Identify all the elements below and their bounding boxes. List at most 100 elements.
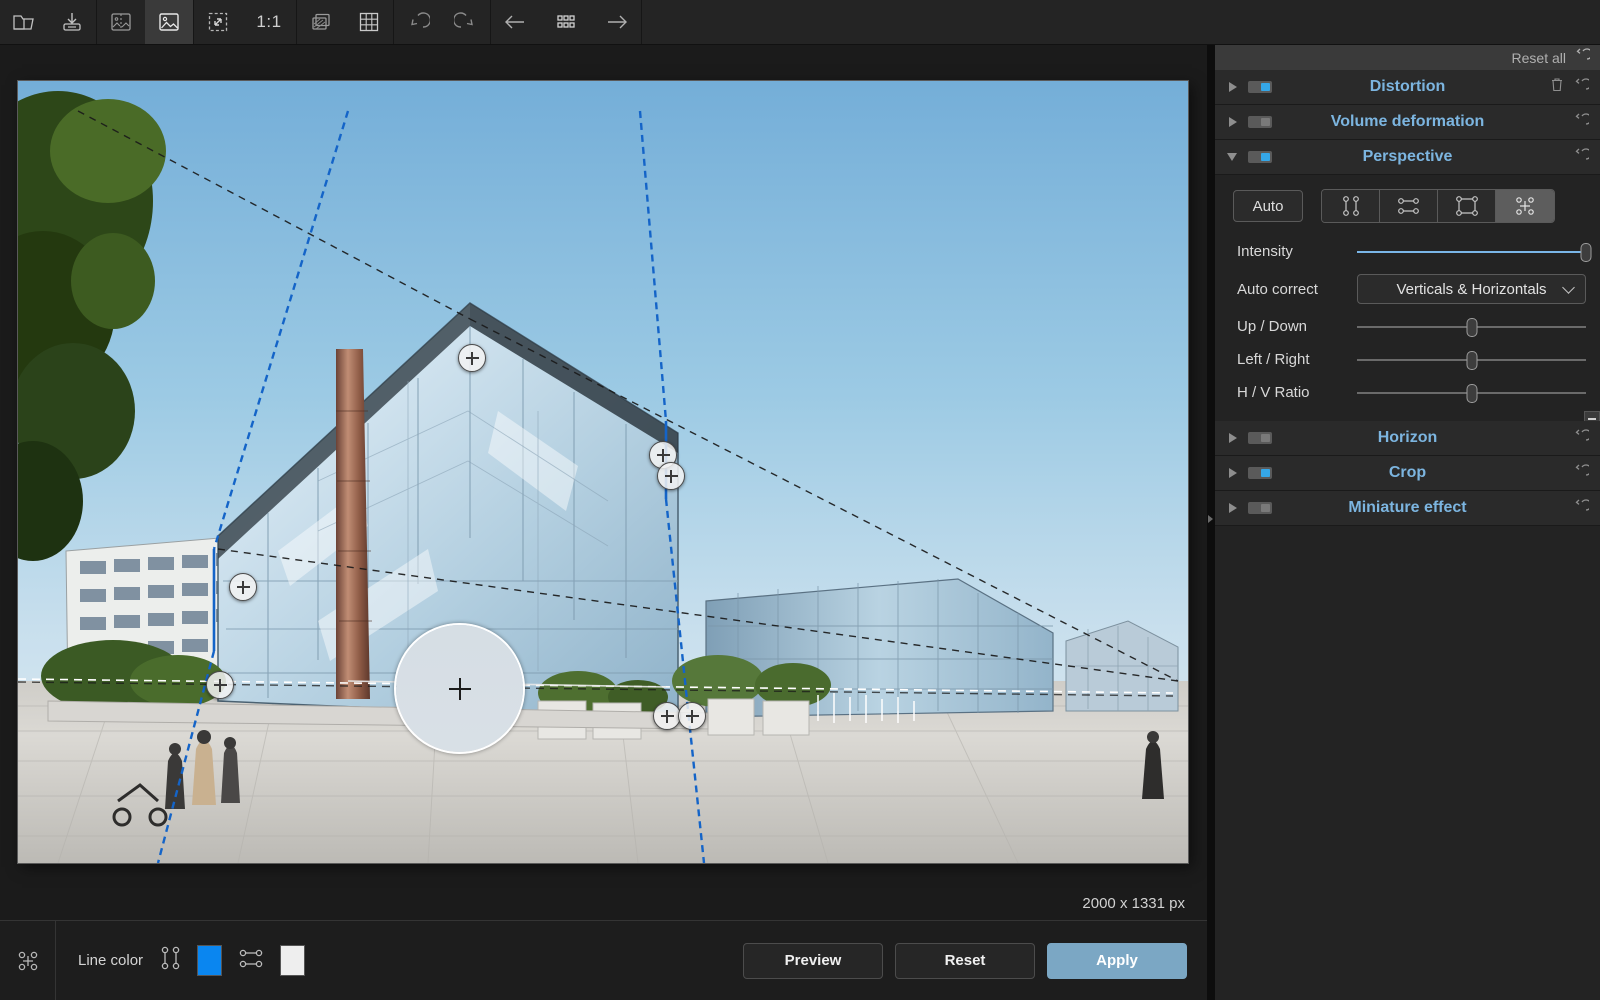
left-right-row: Left / Right	[1215, 343, 1600, 376]
hv-ratio-slider[interactable]	[1357, 376, 1586, 409]
save-icon[interactable]	[48, 0, 96, 44]
slider-knob[interactable]	[1466, 318, 1477, 337]
auto-correct-row: Auto correct Verticals & Horizontals	[1215, 268, 1600, 310]
top-toolbar: 1:1	[0, 0, 1600, 45]
distortion-toggle[interactable]	[1248, 81, 1272, 93]
section-miniature-effect[interactable]: Miniature effect	[1215, 491, 1600, 526]
mode-horizontals[interactable]	[1380, 190, 1438, 222]
auto-button[interactable]: Auto	[1233, 190, 1303, 222]
compare-view-icon[interactable]	[97, 0, 145, 44]
browser-grid-icon[interactable]	[539, 0, 593, 44]
up-down-slider[interactable]	[1357, 310, 1586, 343]
apply-button[interactable]: Apply	[1047, 943, 1187, 979]
slider-knob[interactable]	[1466, 384, 1477, 403]
section-volume-deformation[interactable]: Volume deformation	[1215, 105, 1600, 140]
section-title-distortion: Distortion	[1215, 78, 1600, 96]
hv-ratio-label: H / V Ratio	[1237, 384, 1357, 401]
control-point-right-lower[interactable]	[657, 462, 685, 490]
miniature-effect-toggle[interactable]	[1248, 502, 1272, 514]
adjustments-panel: Reset all Distortion Volume defor	[1215, 45, 1600, 1000]
left-right-label: Left / Right	[1237, 351, 1357, 368]
expand-arrow-icon[interactable]	[1229, 82, 1237, 92]
mode-verticals[interactable]	[1322, 190, 1380, 222]
up-down-label: Up / Down	[1237, 318, 1357, 335]
reset-all-button[interactable]: Reset all	[1512, 50, 1566, 66]
expand-arrow-icon[interactable]	[1229, 503, 1237, 513]
section-title-perspective: Perspective	[1215, 148, 1600, 166]
expand-arrow-icon[interactable]	[1229, 117, 1237, 127]
section-title-crop: Crop	[1215, 464, 1600, 482]
section-distortion[interactable]: Distortion	[1215, 70, 1600, 105]
line-color-controls: Line color	[56, 943, 305, 978]
next-image-icon[interactable]	[593, 0, 641, 44]
toolbar-group-view	[97, 0, 194, 44]
previous-image-icon[interactable]	[491, 0, 539, 44]
vertical-lines-icon[interactable]	[157, 943, 183, 978]
control-point-horizon-left[interactable]	[653, 702, 681, 730]
action-buttons: Preview Reset Apply	[743, 943, 1207, 979]
section-crop[interactable]: Crop	[1215, 456, 1600, 491]
slider-knob[interactable]	[1581, 243, 1592, 262]
image-canvas-area[interactable]: 2000 x 1331 px	[0, 45, 1207, 920]
section-perspective[interactable]: Perspective	[1215, 140, 1600, 175]
control-point-top-gable[interactable]	[458, 344, 486, 372]
line-color-label: Line color	[78, 952, 143, 969]
perspective-mode-segments	[1321, 189, 1555, 223]
fit-to-screen-icon[interactable]	[194, 0, 242, 44]
intensity-slider[interactable]	[1357, 235, 1586, 268]
reset-section-icon[interactable]	[1573, 464, 1589, 483]
crop-toggle[interactable]	[1248, 467, 1272, 479]
auto-correct-value: Verticals & Horizontals	[1396, 281, 1546, 298]
image-dimensions-label: 2000 x 1331 px	[1082, 895, 1185, 912]
section-icons	[1573, 499, 1600, 518]
reset-section-icon[interactable]	[1573, 429, 1589, 448]
control-point-horizon-right[interactable]	[678, 702, 706, 730]
expand-arrow-icon[interactable]	[1229, 433, 1237, 443]
reset-section-icon[interactable]	[1573, 148, 1589, 167]
trash-icon[interactable]	[1550, 77, 1564, 97]
preview-button[interactable]: Preview	[743, 943, 883, 979]
toolbar-group-overlay	[297, 0, 394, 44]
photo-preview[interactable]	[18, 81, 1188, 863]
horizontal-lines-icon[interactable]	[236, 945, 266, 976]
section-horizon[interactable]: Horizon	[1215, 421, 1600, 456]
application-window: 1:1	[0, 0, 1600, 1000]
collapse-arrow-icon[interactable]	[1227, 153, 1237, 161]
auto-correct-select[interactable]: Verticals & Horizontals	[1357, 274, 1586, 304]
expand-arrow-icon[interactable]	[1229, 468, 1237, 478]
auto-correct-label: Auto correct	[1237, 281, 1357, 298]
slider-knob[interactable]	[1466, 351, 1477, 370]
open-folder-icon[interactable]	[0, 0, 48, 44]
volume-deformation-toggle[interactable]	[1248, 116, 1272, 128]
mode-eight-points[interactable]	[1496, 190, 1554, 222]
perspective-points-icon[interactable]	[0, 921, 56, 1000]
zoom-one-to-one-button[interactable]: 1:1	[242, 0, 296, 44]
undo-icon[interactable]	[394, 0, 442, 44]
reset-button[interactable]: Reset	[895, 943, 1035, 979]
single-view-icon[interactable]	[145, 0, 193, 44]
hv-ratio-row: H / V Ratio	[1215, 376, 1600, 409]
left-right-slider[interactable]	[1357, 343, 1586, 376]
perspective-toggle[interactable]	[1248, 151, 1272, 163]
grid-icon[interactable]	[345, 0, 393, 44]
expand-panel-arrow-icon[interactable]	[1208, 515, 1213, 523]
horizon-toggle[interactable]	[1248, 432, 1272, 444]
redo-icon[interactable]	[442, 0, 490, 44]
intensity-label: Intensity	[1237, 243, 1357, 260]
photo-content	[18, 81, 1188, 863]
mode-rectangle[interactable]	[1438, 190, 1496, 222]
layers-icon[interactable]	[297, 0, 345, 44]
vertical-line-color-swatch[interactable]	[197, 945, 222, 976]
control-point-left-upper[interactable]	[229, 573, 257, 601]
reset-section-icon[interactable]	[1573, 78, 1589, 97]
zoom-level-label: 1:1	[256, 12, 281, 32]
section-icons	[1573, 148, 1600, 167]
section-title-horizon: Horizon	[1215, 429, 1600, 447]
magnifier-loupe[interactable]	[394, 623, 525, 754]
reset-section-icon[interactable]	[1573, 113, 1589, 132]
control-point-left-lower[interactable]	[206, 671, 234, 699]
toolbar-group-zoom: 1:1	[194, 0, 297, 44]
horizontal-line-color-swatch[interactable]	[280, 945, 305, 976]
reset-section-icon[interactable]	[1573, 499, 1589, 518]
reset-all-icon[interactable]	[1574, 48, 1590, 67]
